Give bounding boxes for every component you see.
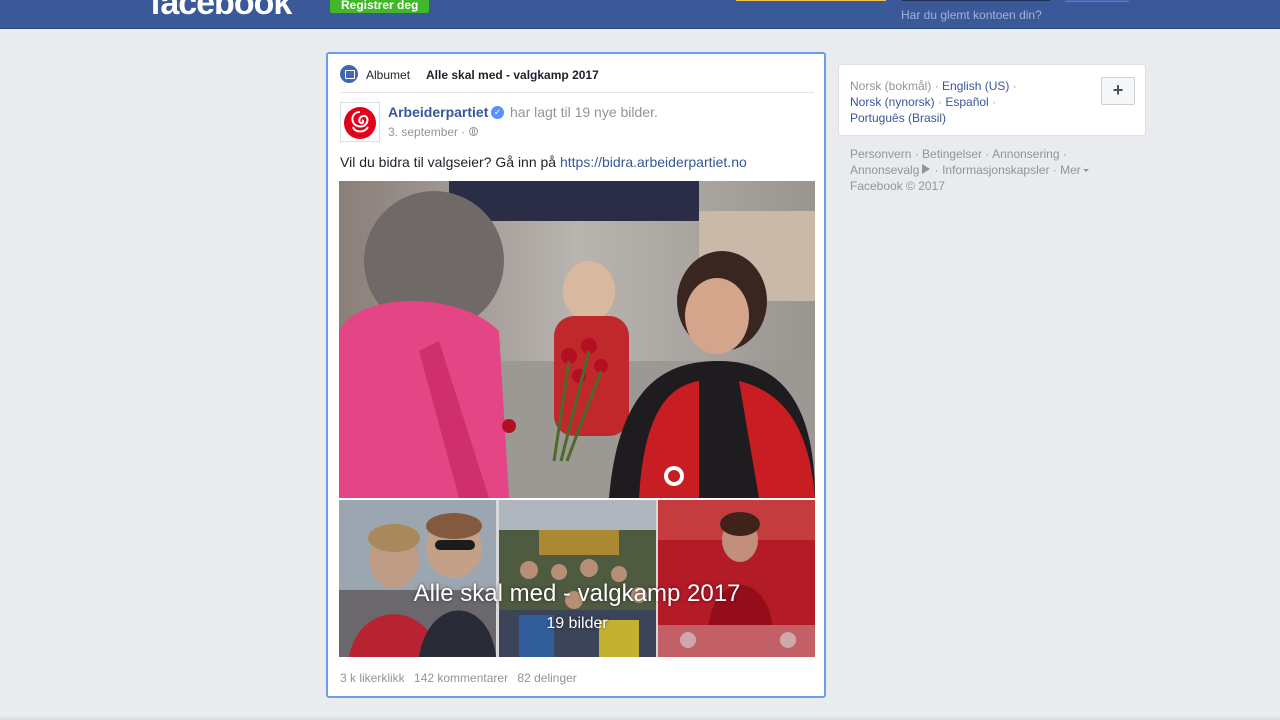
more-link[interactable]: Mer [1060,163,1081,177]
bottom-divider [0,716,1280,720]
comments-count[interactable]: 142 kommentarer [414,671,508,685]
password-input[interactable] [901,0,1051,1]
facebook-logo[interactable]: facebook [150,0,292,20]
album-icon [340,65,358,83]
current-language: Norsk (bokmål) [850,79,932,93]
login-button[interactable] [1065,0,1129,2]
author-action-text: har lagt til 19 nye bilder. [510,104,658,120]
adchoices-icon [922,164,931,174]
language-link[interactable]: Português (Brasil) [850,111,946,125]
likes-count[interactable]: 3 k likerklikk [340,671,405,685]
verified-badge-icon: ✓ [491,106,504,119]
author-name-link[interactable]: Arbeiderpartiet [388,104,488,120]
terms-link[interactable]: Betingelser [922,147,982,161]
privacy-link[interactable]: Personvern [850,147,911,161]
album-prefix: Albumet [366,68,411,82]
rose-logo-icon [344,107,376,139]
cookies-link[interactable]: Informasjonskapsler [942,163,1049,177]
album-photo-count: 19 bilder [546,615,608,632]
forgot-account-link[interactable]: Har du glemt kontoen din? [901,8,1042,22]
campaign-photo-image [339,181,815,498]
post-message: Vil du bidra til valgseier? Gå inn på ht… [340,154,747,170]
advertising-link[interactable]: Annonsering [992,147,1059,161]
language-link[interactable]: Español [945,95,988,109]
language-selector-box: Norsk (bokmål) · English (US) · Norsk (n… [838,64,1146,136]
album-title-link[interactable]: Alle skal med - valgkamp 2017 [426,68,599,82]
ad-choices-link[interactable]: Annonsevalg [850,163,919,177]
post-timestamp[interactable]: 3. september [388,125,458,139]
post-stats: 3 k likerklikk 142 kommentarer 82 deling… [340,671,583,685]
top-navigation-bar: facebook Registrer deg Har du glemt kont… [0,0,1280,29]
add-language-button[interactable]: + [1101,77,1135,105]
globe-icon[interactable] [469,127,478,136]
footer-links: Personvern · Betingelser · Annonsering ·… [850,146,1140,194]
main-photo[interactable] [339,181,815,498]
caret-down-icon[interactable] [1082,169,1089,172]
album-post-card: Albumet Alle skal med - valgkamp 2017 Ar… [326,52,826,698]
language-link[interactable]: English (US) [942,79,1009,93]
album-header: Albumet Alle skal med - valgkamp 2017 [340,64,814,93]
shares-count[interactable]: 82 delinger [517,671,576,685]
language-list: Norsk (bokmål) · English (US) · Norsk (n… [850,79,1017,125]
register-button[interactable]: Registrer deg [330,0,429,13]
author-avatar[interactable] [340,102,380,142]
timestamp-separator: · [461,125,465,139]
album-overlay-shade [339,500,815,657]
copyright: Facebook © 2017 [850,179,945,193]
language-link[interactable]: Norsk (nynorsk) [850,95,935,109]
album-overlay-title[interactable]: Alle skal med - valgkamp 2017 [339,580,815,608]
post-message-text: Vil du bidra til valgseier? Gå inn på [340,154,560,170]
donate-link[interactable]: https://bidra.arbeiderpartiet.no [560,154,747,170]
email-input[interactable] [736,0,886,1]
